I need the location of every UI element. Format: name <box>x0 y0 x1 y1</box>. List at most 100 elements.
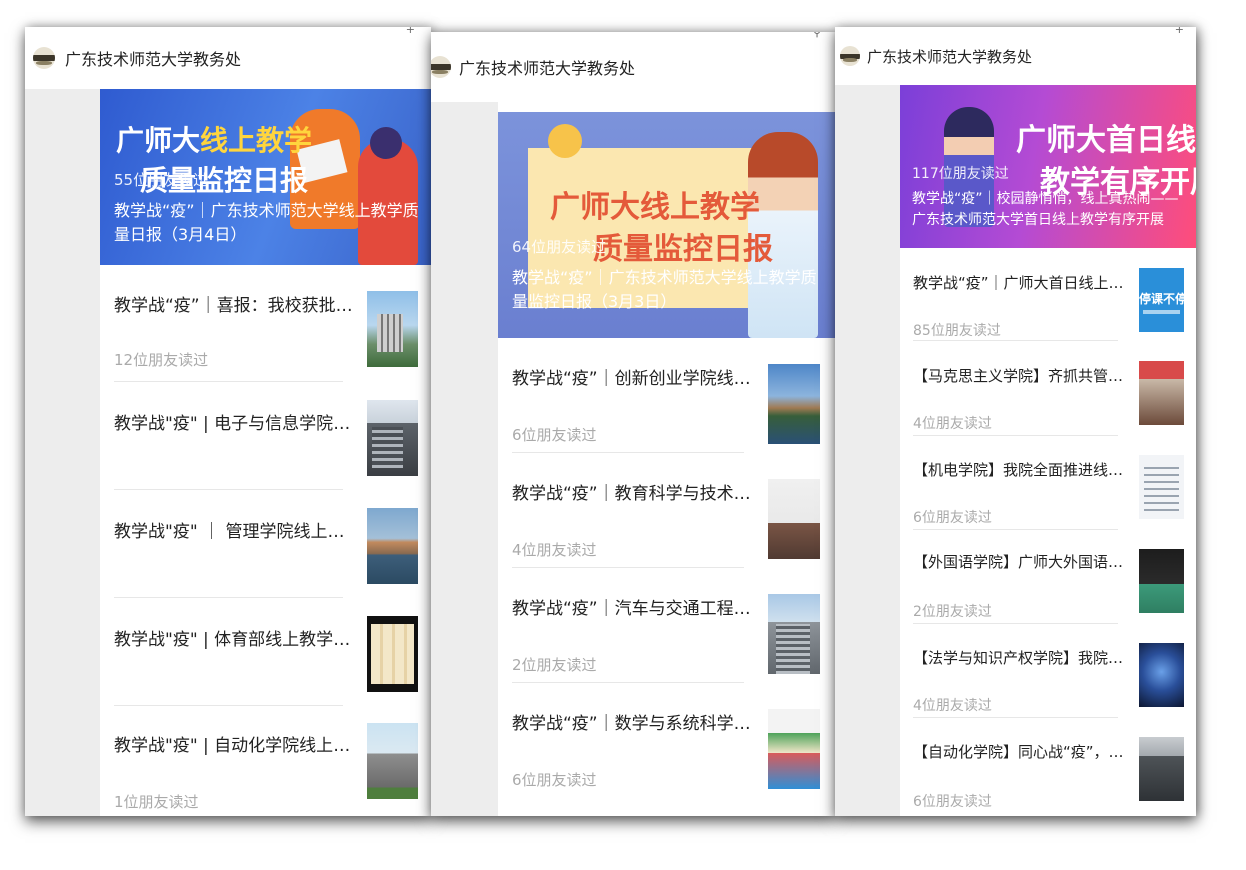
article-readers: 4位朋友读过 <box>512 541 597 559</box>
pin-icon: + <box>1174 27 1184 36</box>
panel-header: 广东技术师范大学教务处 ⚲ <box>431 32 835 102</box>
hero-title-line1: 广师大线上教学 <box>116 124 313 157</box>
list-item[interactable]: 教学战"疫" | 体育部线上教学质量监... <box>100 599 431 707</box>
article-title[interactable]: 教学战"疫" | 体育部线上教学质量监... <box>114 625 354 650</box>
article-thumbnail[interactable] <box>768 364 820 444</box>
article-thumbnail[interactable] <box>367 291 418 367</box>
hero-banner[interactable]: 广师大线上教学 质量监控日报 55位朋友读过 教学战“疫”｜广东技术师范大学线上… <box>100 89 431 265</box>
illustration-speech-bubble <box>548 124 582 158</box>
hero-caption: 教学战“疫”｜广东技术师范大学线上教学质量监控日报（3月3日） <box>512 268 817 311</box>
divider <box>913 623 1118 624</box>
article-readers: 6位朋友读过 <box>913 510 992 526</box>
article-thumbnail[interactable] <box>367 508 418 584</box>
list-item[interactable]: 教学战“疫”｜广师大首日线上教学... 85位朋友读过 停课不停学 <box>900 248 1196 343</box>
article-title[interactable]: 教学战“疫”｜汽车与交通工程学院... <box>512 594 757 619</box>
feed: 广师大线上教学 质量监控日报 55位朋友读过 教学战“疫”｜广东技术师范大学线上… <box>100 89 431 816</box>
divider <box>114 489 343 490</box>
article-list-panel-1: 广东技术师范大学教务处 + 广师大线上教学 质量监控日报 55位朋友读过 教学战… <box>25 27 431 816</box>
article-title[interactable]: 【马克思主义学院】齐抓共管、多... <box>913 365 1133 386</box>
article-thumbnail[interactable] <box>1139 549 1184 613</box>
article-thumbnail[interactable] <box>768 479 820 559</box>
article-title[interactable]: 教学战"疫" | 自动化学院线上教学质... <box>114 731 354 756</box>
pin-icon: ⚲ <box>812 32 821 39</box>
divider <box>114 381 343 382</box>
list-item[interactable]: 教学战“疫”｜喜报：我校获批三个... 12位朋友读过 <box>100 265 431 383</box>
divider <box>913 340 1118 341</box>
publisher-avatar[interactable] <box>431 56 451 78</box>
list-item[interactable]: 【外国语学院】广师大外国语，开... 2位朋友读过 <box>900 531 1196 625</box>
list-item[interactable]: 教学战“疫”｜汽车与交通工程学院... 2位朋友读过 <box>498 568 835 683</box>
hero-banner[interactable]: 广师大首日线上 教学有序开展 117位朋友读过 教学战“疫”｜校园静悄悄，线上真… <box>900 85 1196 248</box>
article-thumbnail[interactable] <box>768 709 820 789</box>
article-title[interactable]: 【法学与知识产权学院】我院在线... <box>913 647 1133 668</box>
article-thumbnail[interactable] <box>1139 361 1184 425</box>
article-thumbnail[interactable] <box>1139 455 1184 519</box>
publisher-name[interactable]: 广东技术师范大学教务处 <box>459 55 635 79</box>
divider <box>913 435 1118 436</box>
publisher-name[interactable]: 广东技术师范大学教务处 <box>65 46 241 70</box>
panel-header: 广东技术师范大学教务处 + <box>25 27 431 89</box>
article-readers: 85位朋友读过 <box>913 323 1001 339</box>
hero-banner[interactable]: 广师大线上教学 质量监控日报 64位朋友读过 教学战“疫”｜广东技术师范大学线上… <box>498 112 835 338</box>
publisher-avatar[interactable] <box>33 47 55 69</box>
article-title[interactable]: 教学战"疫" | 电子与信息学院线上教... <box>114 409 354 434</box>
hero-readers-count: 117位朋友读过 <box>912 166 1009 182</box>
publisher-avatar[interactable] <box>840 46 860 66</box>
divider <box>913 529 1118 530</box>
hero-title-line1: 广师大首日线上 <box>1016 123 1196 158</box>
article-readers: 4位朋友读过 <box>913 416 992 432</box>
list-item[interactable]: 【自动化学院】同心战“疫”，多... 6位朋友读过 <box>900 719 1196 816</box>
article-readers: 12位朋友读过 <box>114 351 209 369</box>
article-title[interactable]: 教学战"疫" ｜ 管理学院线上教学质... <box>114 517 354 542</box>
hero-readers-count: 64位朋友读过 <box>512 238 607 256</box>
divider <box>913 717 1118 718</box>
article-readers: 2位朋友读过 <box>913 604 992 620</box>
divider <box>114 705 343 706</box>
article-readers: 1位朋友读过 <box>114 793 199 811</box>
article-readers: 6位朋友读过 <box>913 794 992 810</box>
publisher-name[interactable]: 广东技术师范大学教务处 <box>867 46 1032 67</box>
article-list-panel-3: 广东技术师范大学教务处 + 广师大首日线上 教学有序开展 117位朋友读过 教学… <box>835 27 1196 816</box>
article-title[interactable]: 教学战“疫”｜创新创业学院线上教... <box>512 364 757 389</box>
thumbnail-banner-line <box>1143 310 1180 314</box>
thumbnail-banner-text: 停课不停学 <box>1139 292 1184 306</box>
left-margin <box>25 89 100 816</box>
list-item[interactable]: 教学战"疫" ｜ 管理学院线上教学质... <box>100 491 431 599</box>
feed: 广师大线上教学 质量监控日报 64位朋友读过 教学战“疫”｜广东技术师范大学线上… <box>498 102 835 816</box>
list-item[interactable]: 教学战“疫”｜教育科学与技术学院... 4位朋友读过 <box>498 453 835 568</box>
list-item[interactable]: 教学战"疫" | 自动化学院线上教学质... 1位朋友读过 <box>100 707 431 816</box>
article-title[interactable]: 【自动化学院】同心战“疫”，多... <box>913 741 1133 762</box>
list-item[interactable]: 【马克思主义学院】齐抓共管、多... 4位朋友读过 <box>900 343 1196 437</box>
list-item[interactable]: 教学战“疫”｜创新创业学院线上教... 6位朋友读过 <box>498 338 835 453</box>
article-title[interactable]: 教学战“疫”｜教育科学与技术学院... <box>512 479 757 504</box>
article-thumbnail[interactable] <box>1139 737 1184 801</box>
article-readers: 6位朋友读过 <box>512 426 597 444</box>
article-readers: 2位朋友读过 <box>512 656 597 674</box>
panel-header: 广东技术师范大学教务处 + <box>835 27 1196 85</box>
illustration-head <box>370 127 402 159</box>
article-thumbnail[interactable] <box>367 400 418 476</box>
hero-title-line1: 广师大线上教学 <box>550 190 760 225</box>
list-item[interactable]: 教学战“疫”｜数学与系统科学学院... 6位朋友读过 <box>498 683 835 816</box>
left-margin <box>431 102 498 816</box>
list-item[interactable]: 【法学与知识产权学院】我院在线... 4位朋友读过 <box>900 625 1196 719</box>
article-title[interactable]: 教学战“疫”｜喜报：我校获批三个... <box>114 291 354 316</box>
list-item[interactable]: 教学战"疫" | 电子与信息学院线上教... <box>100 383 431 491</box>
article-title[interactable]: 【外国语学院】广师大外国语，开... <box>913 551 1133 572</box>
article-title[interactable]: 教学战“疫”｜数学与系统科学学院... <box>512 709 757 734</box>
article-readers: 4位朋友读过 <box>913 698 992 714</box>
article-title[interactable]: 【机电学院】我院全面推进线上教... <box>913 459 1133 480</box>
article-thumbnail[interactable] <box>1139 643 1184 707</box>
article-thumbnail[interactable] <box>768 594 820 674</box>
left-margin <box>835 85 900 816</box>
article-thumbnail[interactable] <box>367 616 418 692</box>
pin-icon: + <box>405 27 415 36</box>
hero-title-line2: 质量监控日报 <box>593 232 773 267</box>
article-title[interactable]: 教学战“疫”｜广师大首日线上教学... <box>913 272 1133 293</box>
article-thumbnail[interactable] <box>367 723 418 799</box>
hero-caption: 教学战“疫”｜校园静悄悄，线上真热闹——广东技术师范大学首日线上教学有序开展 <box>912 191 1179 228</box>
list-item[interactable]: 【机电学院】我院全面推进线上教... 6位朋友读过 <box>900 437 1196 531</box>
article-thumbnail[interactable]: 停课不停学 <box>1139 268 1184 332</box>
feed: 广师大首日线上 教学有序开展 117位朋友读过 教学战“疫”｜校园静悄悄，线上真… <box>900 85 1196 816</box>
article-list-panel-2: 广东技术师范大学教务处 ⚲ 广师大线上教学 质量监控日报 64位朋友读过 教学战… <box>431 32 835 816</box>
